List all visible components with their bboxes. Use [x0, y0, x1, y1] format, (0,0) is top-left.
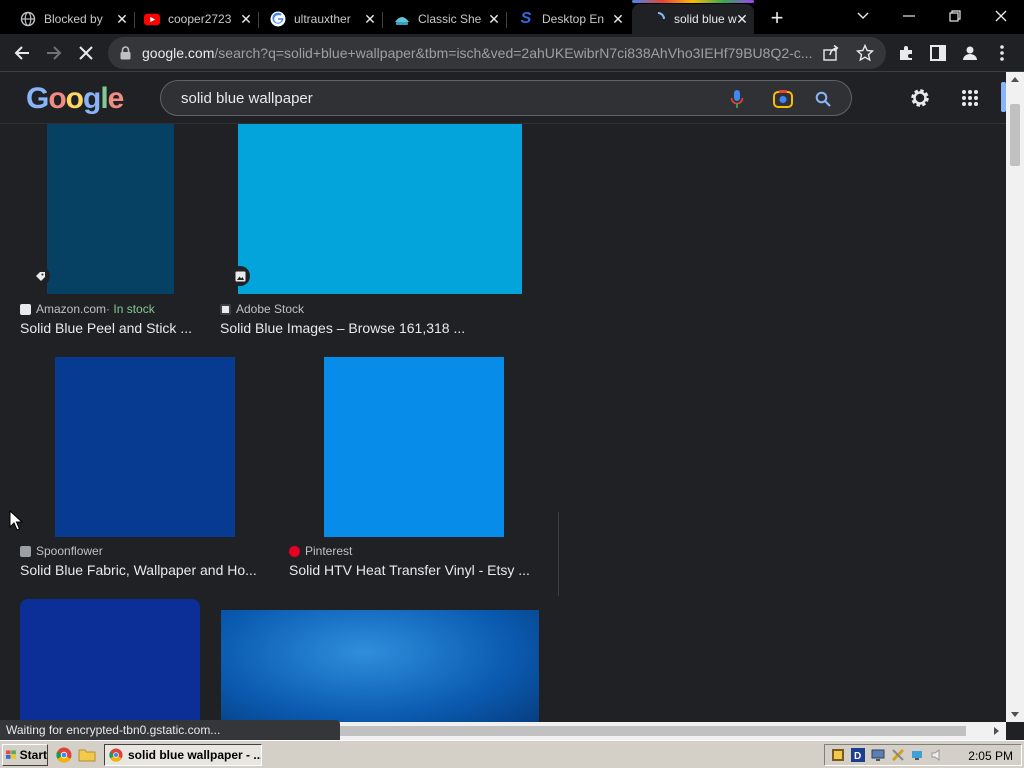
- result-source[interactable]: Amazon.com · In stock: [20, 302, 155, 316]
- tab-title: cooper2723: [168, 12, 232, 26]
- share-icon[interactable]: [822, 44, 840, 67]
- profile-avatar[interactable]: [958, 41, 982, 65]
- tab-blocked[interactable]: Blocked by ✕: [0, 4, 135, 34]
- tray-speaker-icon[interactable]: [931, 748, 945, 762]
- folder-quicklaunch-icon[interactable]: [78, 747, 96, 768]
- forward-button[interactable]: [42, 41, 66, 65]
- search-box[interactable]: solid blue wallpaper: [160, 80, 852, 116]
- globe-icon: [20, 11, 36, 27]
- tab-title: solid blue w: [674, 12, 737, 26]
- close-tab-icon[interactable]: ✕: [486, 11, 502, 27]
- tab-desktop-environment[interactable]: S Desktop En ✕: [506, 4, 630, 34]
- result-image[interactable]: [221, 610, 539, 722]
- result-image[interactable]: [324, 357, 504, 537]
- microphone-icon[interactable]: [725, 87, 749, 111]
- divider: [558, 512, 559, 596]
- google-logo[interactable]: Google: [26, 82, 124, 116]
- tab-title: Blocked by: [44, 12, 103, 26]
- settings-gear-icon[interactable]: [906, 84, 934, 112]
- mouse-cursor-icon: [9, 510, 23, 531]
- tray-app-icon[interactable]: [831, 748, 845, 762]
- tray-network-icon[interactable]: [911, 748, 925, 762]
- system-tray: D 2:05 PM: [824, 744, 1022, 766]
- tab-title: Classic She: [418, 12, 482, 26]
- scroll-right-icon[interactable]: [994, 727, 1000, 735]
- search-query[interactable]: solid blue wallpaper: [181, 90, 313, 107]
- page-content: Google solid blue wallpaper Amazon.com ·…: [0, 72, 1006, 722]
- amazon-favicon-icon: [20, 303, 31, 315]
- address-bar[interactable]: google.com/search?q=solid+blue+wallpaper…: [108, 37, 886, 69]
- result-source[interactable]: Adobe Stock: [220, 302, 304, 316]
- close-tab-icon[interactable]: ✕: [362, 11, 378, 27]
- result-source[interactable]: Spoonflower: [20, 544, 103, 558]
- browser-toolbar: google.com/search?q=solid+blue+wallpaper…: [0, 34, 1024, 72]
- extensions-icon[interactable]: [894, 41, 918, 65]
- close-tab-icon[interactable]: ✕: [610, 11, 626, 27]
- shell-icon: [394, 11, 410, 27]
- search-icon[interactable]: [811, 87, 835, 111]
- vertical-scrollbar[interactable]: [1006, 72, 1024, 722]
- horizontal-scroll-thumb[interactable]: [330, 726, 966, 736]
- tray-tools-icon[interactable]: [891, 748, 905, 762]
- loading-icon: [650, 11, 666, 27]
- scroll-up-icon[interactable]: [1011, 76, 1019, 82]
- stop-loading-button[interactable]: [74, 41, 98, 65]
- close-tab-icon[interactable]: ✕: [114, 11, 130, 27]
- scroll-down-icon[interactable]: [1011, 712, 1019, 718]
- result-caption[interactable]: Solid Blue Fabric, Wallpaper and Ho...: [20, 562, 257, 578]
- status-bar: Waiting for encrypted-tbn0.gstatic.com..…: [0, 720, 340, 740]
- taskbar-window-chrome[interactable]: solid blue wallpaper - ...: [104, 744, 262, 766]
- tray-d-icon[interactable]: D: [851, 748, 865, 762]
- clock[interactable]: 2:05 PM: [968, 749, 1013, 763]
- chrome-quicklaunch-icon[interactable]: [56, 747, 72, 768]
- restore-icon[interactable]: [943, 6, 967, 26]
- vertical-scroll-thumb[interactable]: [1010, 104, 1020, 166]
- result-caption[interactable]: Solid Blue Images – Browse 161,318 ...: [220, 320, 465, 336]
- start-button[interactable]: Start: [2, 744, 48, 766]
- adobe-favicon-icon: [220, 303, 231, 315]
- stock-status: · In stock: [106, 302, 155, 316]
- tab-strip: Blocked by ✕ cooper2723 ✕ ultrauxther ✕ …: [0, 0, 1024, 34]
- url-text: google.com/search?q=solid+blue+wallpaper…: [142, 45, 813, 61]
- result-caption[interactable]: Solid HTV Heat Transfer Vinyl - Etsy ...: [289, 562, 530, 578]
- menu-kebab-icon[interactable]: [990, 41, 1014, 65]
- result-source[interactable]: Pinterest: [289, 544, 352, 558]
- sign-in-edge[interactable]: [1001, 82, 1006, 112]
- google-header: Google solid blue wallpaper: [0, 72, 1006, 124]
- tab-youtube[interactable]: cooper2723 ✕: [134, 4, 259, 34]
- tab-classic-shell[interactable]: Classic She ✕: [382, 4, 507, 34]
- image-icon: [230, 266, 250, 286]
- close-window-icon[interactable]: [989, 6, 1013, 26]
- back-button[interactable]: [10, 41, 34, 65]
- lock-icon[interactable]: [120, 46, 131, 65]
- minimize-icon[interactable]: [897, 6, 921, 26]
- apps-grid-icon[interactable]: [956, 84, 984, 112]
- camera-lens-icon[interactable]: [771, 87, 795, 111]
- tab-group-indicator: [632, 0, 754, 3]
- close-tab-icon[interactable]: ✕: [734, 11, 750, 27]
- bookmark-star-icon[interactable]: [855, 43, 875, 67]
- tag-icon: [30, 266, 50, 286]
- taskbar: Start solid blue wallpaper - ... D 2:05 …: [0, 740, 1024, 768]
- side-panel-icon[interactable]: [926, 41, 950, 65]
- tab-search-icon[interactable]: [851, 6, 875, 26]
- tray-monitor-icon[interactable]: [871, 748, 885, 762]
- tab-title: ultrauxther: [294, 12, 351, 26]
- spoonflower-favicon-icon: [20, 545, 31, 557]
- result-image[interactable]: [55, 357, 235, 537]
- tab-title: Desktop En: [542, 12, 605, 26]
- pinterest-favicon-icon: [289, 545, 300, 557]
- tab-solid-blue-wallpaper[interactable]: solid blue w ✕: [632, 0, 754, 34]
- result-caption[interactable]: Solid Blue Peel and Stick ...: [20, 320, 192, 336]
- google-icon: [270, 11, 286, 27]
- close-tab-icon[interactable]: ✕: [238, 11, 254, 27]
- tab-ultrauxtheme[interactable]: ultrauxther ✕: [258, 4, 383, 34]
- result-image[interactable]: [20, 599, 200, 722]
- chrome-icon: [109, 748, 123, 762]
- windows-flag-icon: [6, 750, 16, 759]
- youtube-icon: [144, 11, 160, 27]
- new-tab-button[interactable]: +: [766, 7, 788, 30]
- svg-text:D: D: [854, 751, 861, 762]
- s-logo-icon: S: [520, 10, 532, 27]
